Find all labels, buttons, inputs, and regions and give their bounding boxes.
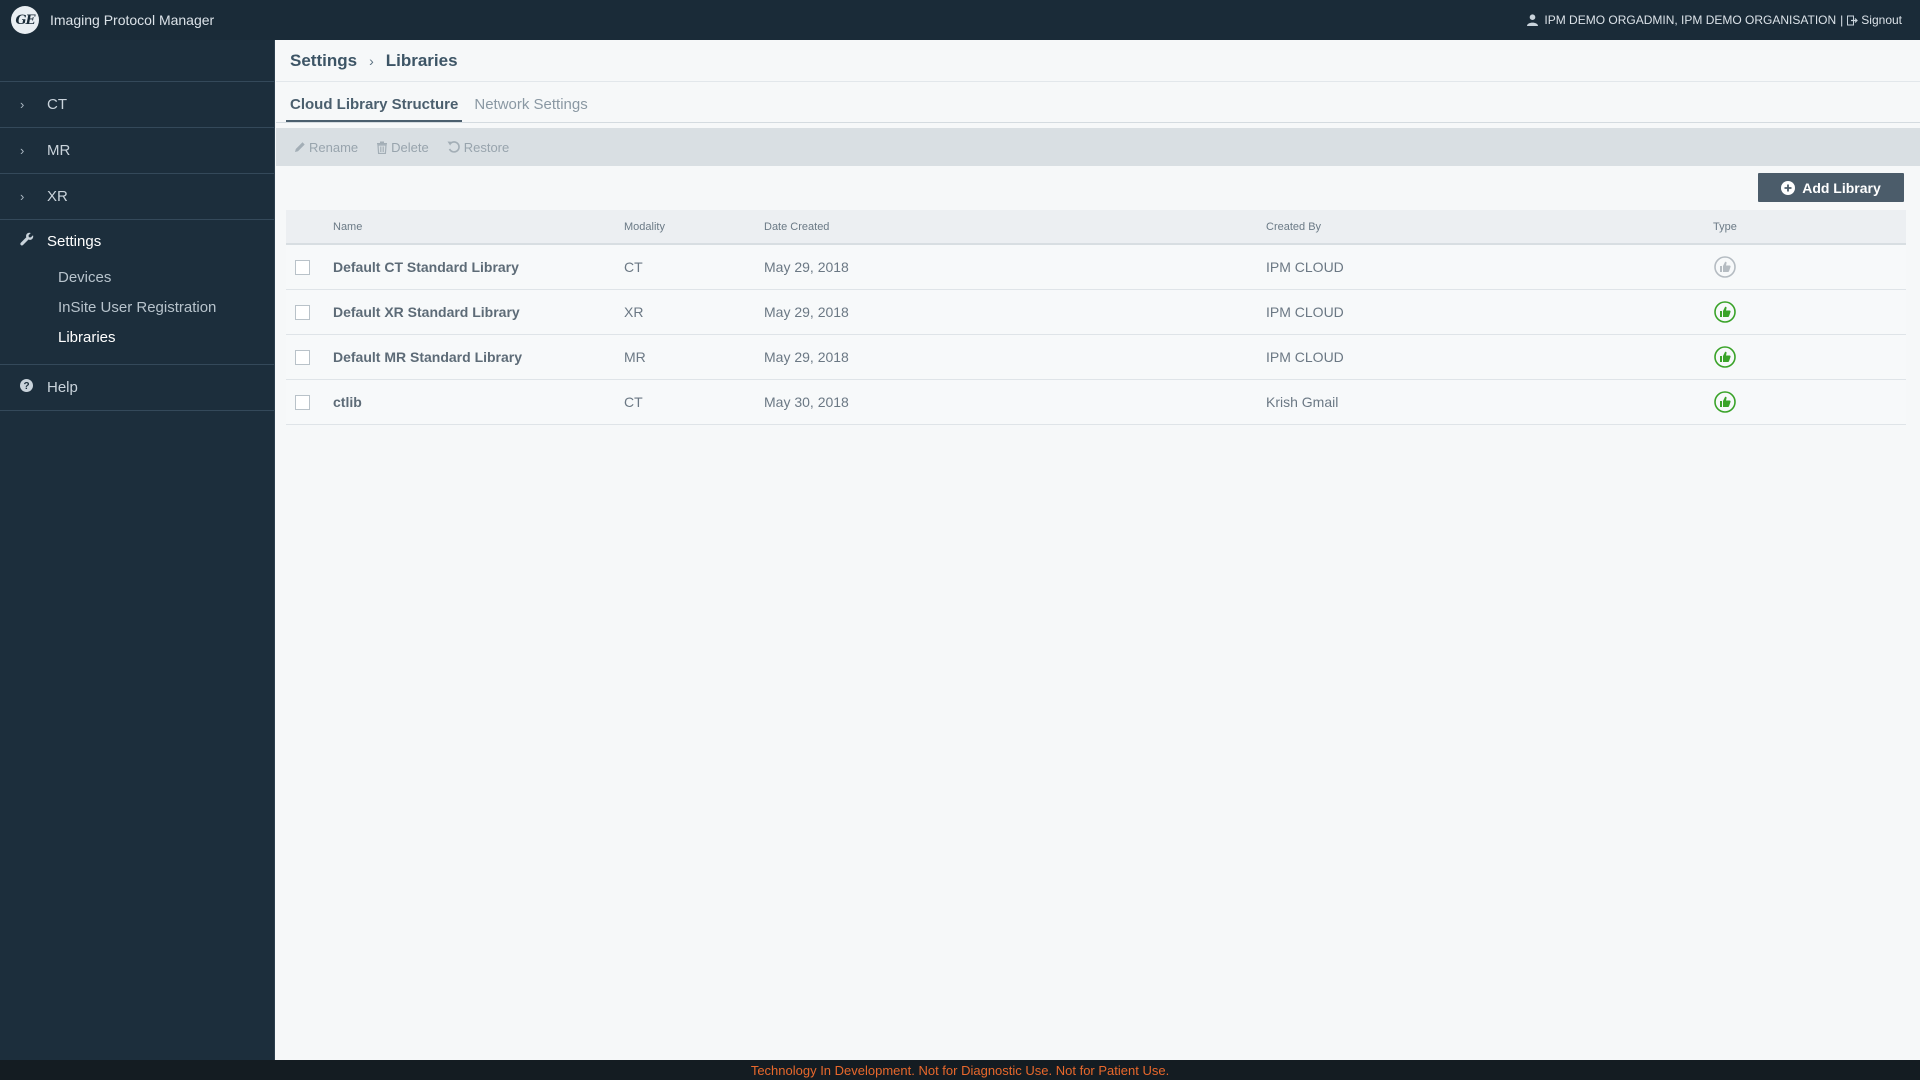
breadcrumb-separator: › [369, 52, 374, 69]
chevron-right-icon: › [20, 189, 25, 204]
sidebar: › CT › MR › XR Settings Devices InSite U… [0, 40, 275, 1060]
chevron-right-icon: › [20, 97, 25, 112]
table-row[interactable]: Default XR Standard Library XR May 29, 2… [286, 290, 1906, 335]
user-name: IPM DEMO ORGADMIN, IPM DEMO ORGANISATION [1544, 13, 1837, 27]
libraries-table: Name Modality Date Created Created By Ty… [286, 210, 1906, 425]
table-row[interactable]: ctlib CT May 30, 2018 Krish Gmail [286, 380, 1906, 425]
sidebar-subitem-devices[interactable]: Devices [0, 262, 274, 292]
row-checkbox[interactable] [295, 304, 310, 320]
add-library-row: Add Library [276, 166, 1920, 210]
row-checkbox[interactable] [295, 259, 310, 275]
row-date-created: May 29, 2018 [764, 304, 849, 320]
sidebar-item-label: Settings [47, 232, 102, 250]
row-checkbox[interactable] [295, 349, 310, 365]
sidebar-item-xr[interactable]: › XR [0, 174, 274, 220]
sidebar-subitem-insite-user-registration[interactable]: InSite User Registration [0, 292, 274, 322]
column-header-name[interactable]: Name [333, 221, 624, 233]
table-row[interactable]: Default CT Standard Library CT May 29, 2… [286, 245, 1906, 290]
sidebar-item-label: MR [47, 142, 71, 159]
user-area: IPM DEMO ORGADMIN, IPM DEMO ORGANISATION… [1527, 0, 1902, 40]
footer-disclaimer: Technology In Development. Not for Diagn… [0, 1060, 1920, 1080]
tab-cloud-library-structure[interactable]: Cloud Library Structure [286, 96, 463, 122]
app-title: Imaging Protocol Manager [50, 12, 215, 28]
user-icon [1527, 14, 1539, 26]
tab-bar: Cloud Library Structure Network Settings [276, 82, 1920, 123]
thumbs-up-icon [1714, 346, 1736, 368]
table-header: Name Modality Date Created Created By Ty… [286, 210, 1906, 245]
sidebar-item-mr[interactable]: › MR [0, 128, 274, 174]
row-created-by: IPM CLOUD [1266, 259, 1344, 275]
row-modality: CT [624, 259, 643, 275]
row-date-created: May 29, 2018 [764, 349, 849, 365]
plus-circle-icon [1781, 180, 1796, 195]
sidebar-item-settings[interactable]: Settings [0, 220, 274, 262]
row-created-by: IPM CLOUD [1266, 304, 1344, 320]
delete-label: Delete [391, 139, 429, 155]
column-header-modality[interactable]: Modality [624, 221, 764, 233]
breadcrumb: Settings › Libraries [276, 40, 1920, 82]
restore-label: Restore [463, 139, 510, 155]
undo-icon [447, 141, 460, 153]
thumbs-up-icon [1714, 391, 1736, 413]
wrench-icon [0, 232, 47, 250]
row-name[interactable]: ctlib [333, 394, 624, 410]
row-created-by: Krish Gmail [1266, 394, 1339, 410]
sidebar-item-label: Help [47, 379, 78, 396]
signout-icon [1847, 15, 1859, 25]
row-modality: MR [624, 349, 646, 365]
thumbs-up-icon [1714, 301, 1736, 323]
signout-link[interactable]: Signout [1847, 13, 1902, 27]
rename-button[interactable]: Rename [294, 140, 358, 155]
svg-text:?: ? [23, 381, 29, 392]
row-created-by: IPM CLOUD [1266, 349, 1344, 365]
top-bar: GE Imaging Protocol Manager IPM DEMO ORG… [0, 0, 1920, 40]
trash-icon [377, 141, 388, 154]
table-row[interactable]: Default MR Standard Library MR May 29, 2… [286, 335, 1906, 380]
add-library-label: Add Library [1802, 179, 1881, 196]
question-circle-icon: ? [0, 379, 47, 396]
thumbs-up-icon [1714, 256, 1736, 278]
row-modality: CT [624, 394, 643, 410]
row-checkbox[interactable] [295, 394, 310, 410]
sidebar-item-ct[interactable]: › CT [0, 82, 274, 128]
ge-logo-icon: GE [11, 6, 39, 34]
row-date-created: May 29, 2018 [764, 259, 849, 275]
main-content: Settings › Libraries Cloud Library Struc… [276, 40, 1920, 1060]
row-modality: XR [624, 304, 644, 320]
rename-label: Rename [309, 139, 359, 155]
column-header-type[interactable]: Type [1713, 221, 1906, 233]
sidebar-item-label: XR [47, 188, 68, 205]
user-separator: | [1840, 13, 1844, 27]
tab-network-settings[interactable]: Network Settings [470, 96, 591, 122]
breadcrumb-parent[interactable]: Settings [290, 51, 357, 71]
row-name[interactable]: Default CT Standard Library [333, 259, 624, 275]
sidebar-subitem-libraries[interactable]: Libraries [0, 322, 274, 352]
signout-label: Signout [1861, 13, 1902, 27]
breadcrumb-current: Libraries [385, 50, 458, 70]
add-library-button[interactable]: Add Library [1758, 173, 1904, 202]
column-header-date-created[interactable]: Date Created [764, 221, 1266, 233]
row-name[interactable]: Default MR Standard Library [333, 349, 624, 365]
toolbar: Rename Delete Restore [276, 128, 1920, 166]
sidebar-settings-group: Settings Devices InSite User Registratio… [0, 220, 274, 365]
sidebar-spacer [0, 40, 274, 82]
restore-button[interactable]: Restore [447, 139, 510, 155]
sidebar-item-label: CT [47, 96, 67, 113]
row-date-created: May 30, 2018 [764, 394, 849, 410]
delete-button[interactable]: Delete [376, 140, 429, 155]
chevron-right-icon: › [20, 143, 25, 158]
sidebar-item-help[interactable]: ? Help [0, 365, 274, 411]
column-header-created-by[interactable]: Created By [1266, 221, 1713, 233]
pencil-icon [295, 142, 305, 152]
row-name[interactable]: Default XR Standard Library [333, 304, 624, 320]
